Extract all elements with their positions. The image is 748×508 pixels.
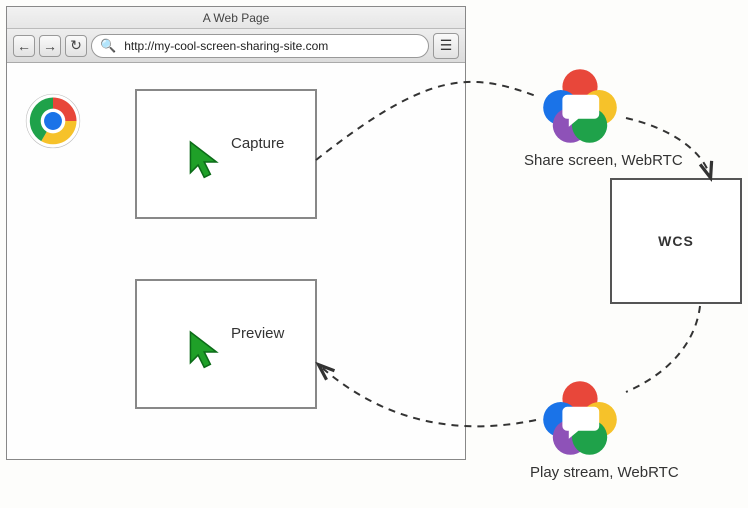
back-button[interactable]: ←: [13, 35, 35, 57]
preview-label: Preview: [231, 325, 284, 342]
search-icon: 🔍: [100, 38, 116, 54]
url-input[interactable]: [122, 38, 420, 54]
webrtc-icon: [540, 66, 620, 146]
browser-viewport: Capture Preview: [7, 63, 465, 459]
browser-toolbar: ← → ↻ 🔍 ☰: [7, 29, 465, 63]
webrtc-icon: [540, 378, 620, 458]
reload-button[interactable]: ↻: [65, 35, 87, 57]
capture-label: Capture: [231, 135, 284, 152]
cursor-icon: [185, 329, 225, 375]
reload-icon: ↻: [70, 37, 82, 54]
chrome-icon: [25, 93, 81, 149]
play-caption: Play stream, WebRTC: [530, 464, 679, 481]
wcs-label: WCS: [658, 233, 694, 249]
capture-frame: Capture: [135, 89, 317, 219]
wcs-server-box: WCS: [610, 178, 742, 304]
browser-window: A Web Page ← → ↻ 🔍 ☰: [6, 6, 466, 460]
menu-button[interactable]: ☰: [433, 33, 459, 59]
arrow-left-icon: ←: [17, 38, 31, 54]
preview-frame: Preview: [135, 279, 317, 409]
browser-title: A Web Page: [7, 7, 465, 29]
cursor-icon: [185, 139, 225, 185]
address-bar[interactable]: 🔍: [91, 34, 429, 58]
forward-button[interactable]: →: [39, 35, 61, 57]
hamburger-icon: ☰: [440, 37, 453, 54]
share-caption: Share screen, WebRTC: [524, 152, 683, 169]
arrow-right-icon: →: [43, 38, 57, 54]
